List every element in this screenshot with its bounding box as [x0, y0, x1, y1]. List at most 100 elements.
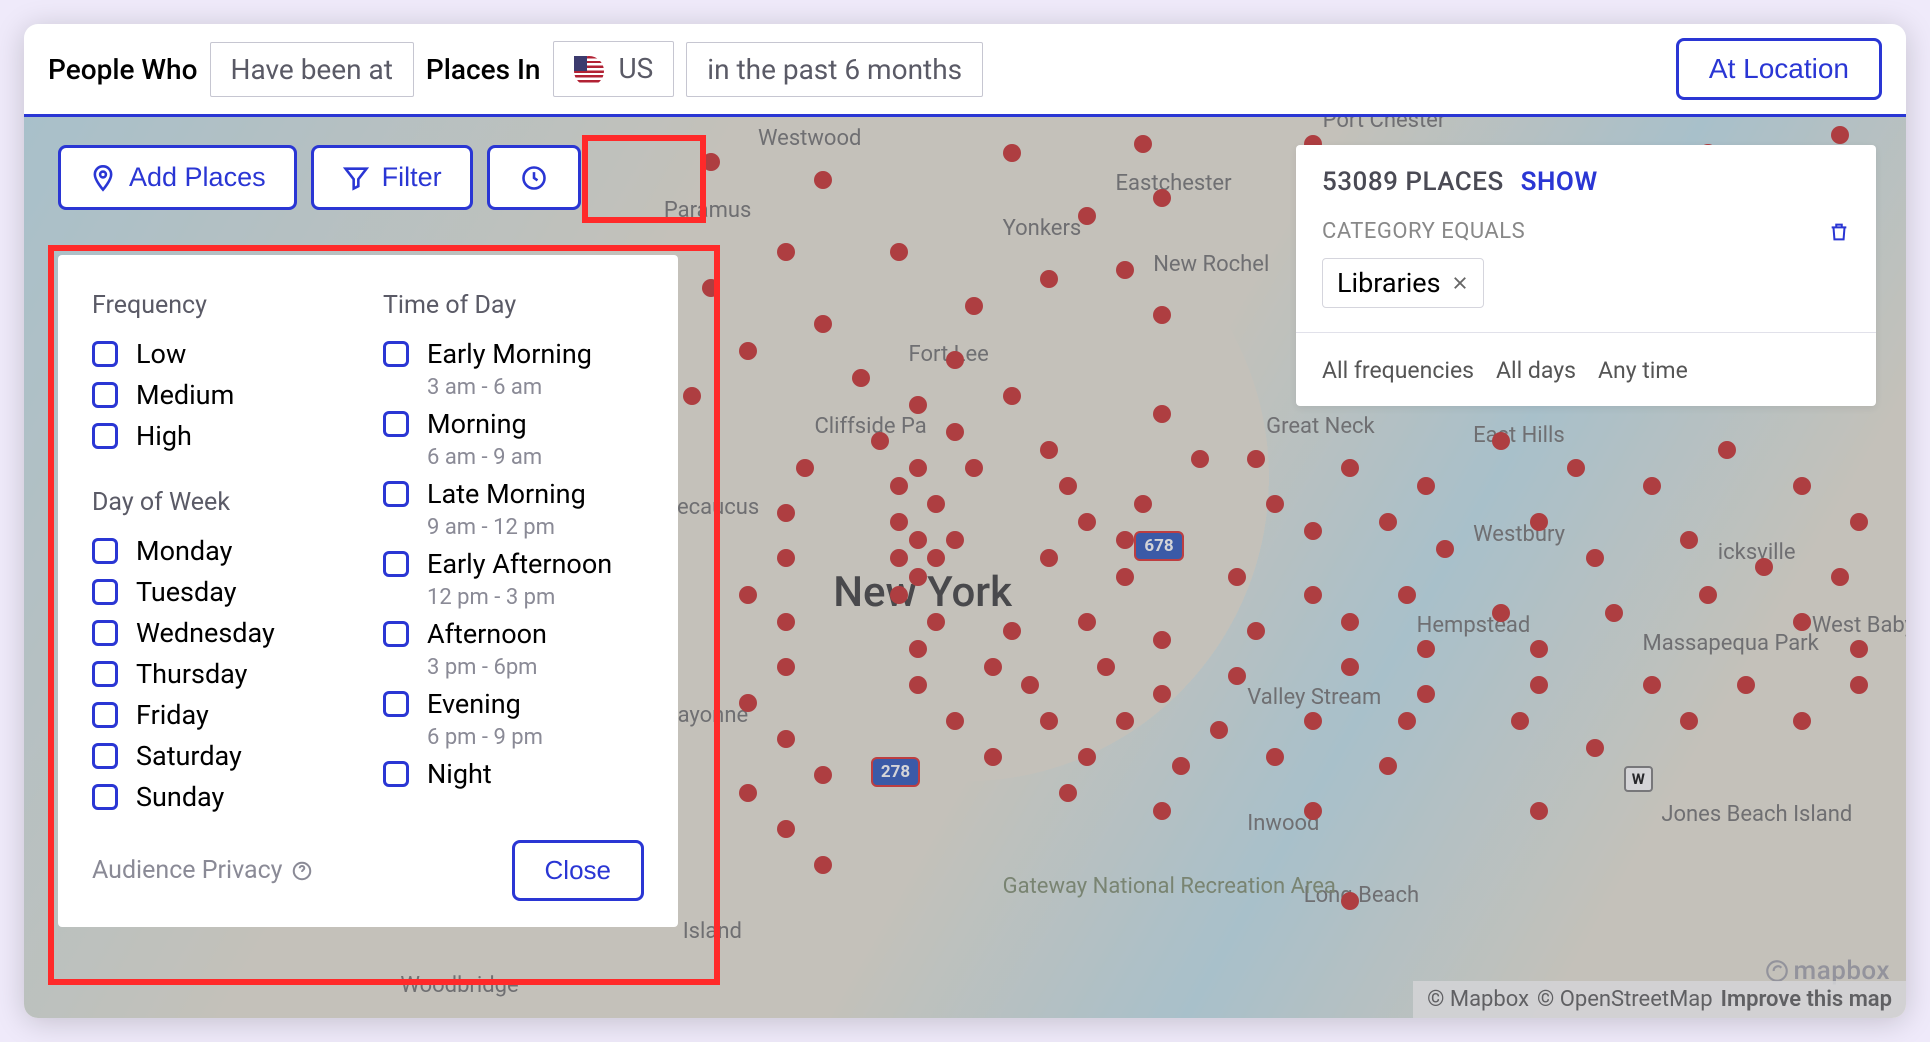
close-icon[interactable]: [1451, 274, 1469, 292]
checkbox[interactable]: [383, 411, 409, 437]
checkbox[interactable]: [92, 382, 118, 408]
add-places-label: Add Places: [129, 162, 266, 193]
checkbox[interactable]: [92, 579, 118, 605]
checkbox[interactable]: [383, 481, 409, 507]
filter-frequencies[interactable]: All frequencies: [1322, 357, 1474, 384]
map-label-hempstead: Hempstead: [1417, 613, 1531, 638]
places-in-label: Places In: [426, 53, 541, 86]
tod-sub: 3 pm - 6pm: [427, 655, 644, 680]
tod-title: Time of Day: [383, 291, 644, 320]
route-shield-278: 278: [871, 757, 920, 787]
map-label-portchester: Port Chester: [1323, 117, 1446, 133]
day-wednesday[interactable]: Wednesday: [92, 617, 353, 649]
map-label-island: Island: [683, 919, 742, 944]
day-monday[interactable]: Monday: [92, 535, 353, 567]
freq-high[interactable]: High: [92, 420, 353, 452]
country-dropdown[interactable]: US: [553, 41, 675, 97]
tod-evening[interactable]: Evening: [383, 688, 644, 720]
tod-night[interactable]: Night: [383, 758, 644, 790]
freq-low[interactable]: Low: [92, 338, 353, 370]
map-label-cliffside: Cliffside Pa: [814, 414, 926, 439]
map-label-eastchester: Eastchester: [1116, 171, 1232, 196]
map-label-yonkers: Yonkers: [1003, 216, 1082, 241]
tod-sub: 3 am - 6 am: [427, 375, 644, 400]
audience-privacy-link[interactable]: Audience Privacy: [92, 856, 313, 885]
divider: [1296, 332, 1876, 333]
tod-early-morning[interactable]: Early Morning: [383, 338, 644, 370]
frequency-column: Frequency Low Medium High Day of Week Mo…: [92, 291, 353, 822]
attr-mapbox[interactable]: © Mapbox: [1427, 987, 1529, 1012]
filter-label: Filter: [382, 162, 442, 193]
add-places-button[interactable]: Add Places: [58, 145, 297, 210]
map-label-woodbridge: Woodbridge: [400, 973, 518, 998]
tod-sub: 9 am - 12 pm: [427, 515, 644, 540]
filter-time[interactable]: Any time: [1598, 357, 1688, 384]
filter-button[interactable]: Filter: [311, 145, 473, 210]
tod-morning[interactable]: Morning: [383, 408, 644, 440]
map-label-secaucus: Secaucus: [664, 495, 759, 520]
map-label-westbabyl: West Babyl: [1812, 613, 1906, 638]
map-label-valleystream: Valley Stream: [1247, 685, 1381, 710]
checkbox[interactable]: [92, 423, 118, 449]
attr-improve[interactable]: Improve this map: [1721, 987, 1892, 1012]
map-label-gateway: Gateway National Recreation Area: [1003, 874, 1336, 899]
time-filter-popup: Frequency Low Medium High Day of Week Mo…: [58, 255, 678, 927]
checkbox[interactable]: [92, 538, 118, 564]
at-location-button[interactable]: At Location: [1676, 38, 1882, 100]
clock-icon: [520, 164, 548, 192]
map-label-westwood: Westwood: [758, 126, 861, 151]
people-who-label: People Who: [48, 53, 198, 86]
checkbox[interactable]: [92, 620, 118, 646]
attr-osm[interactable]: © OpenStreetMap: [1537, 987, 1713, 1012]
checkbox[interactable]: [92, 743, 118, 769]
checkbox[interactable]: [92, 661, 118, 687]
tod-sub: 6 pm - 9 pm: [427, 725, 644, 750]
tod-early-afternoon[interactable]: Early Afternoon: [383, 548, 644, 580]
day-thursday[interactable]: Thursday: [92, 658, 353, 690]
app-window: People Who Have been at Places In US in …: [24, 24, 1906, 1018]
category-chip-libraries[interactable]: Libraries: [1322, 258, 1484, 308]
map-label-longbeach: Long Beach: [1304, 883, 1419, 908]
tod-afternoon[interactable]: Afternoon: [383, 618, 644, 650]
show-link[interactable]: SHOW: [1521, 167, 1598, 197]
map-label-jonesbeach: Jones Beach Island: [1661, 802, 1852, 827]
timeframe-dropdown[interactable]: in the past 6 months: [686, 42, 983, 97]
verb-dropdown[interactable]: Have been at: [210, 42, 414, 97]
query-header: People Who Have been at Places In US in …: [24, 24, 1906, 117]
map-badge-w: W: [1624, 766, 1653, 792]
checkbox[interactable]: [383, 691, 409, 717]
filter-days[interactable]: All days: [1496, 357, 1576, 384]
day-title: Day of Week: [92, 488, 353, 517]
map-toolbar: Add Places Filter: [58, 145, 581, 210]
checkbox[interactable]: [383, 621, 409, 647]
active-filters: All frequencies All days Any time: [1322, 357, 1850, 384]
tod-sub: 6 am - 9 am: [427, 445, 644, 470]
checkbox[interactable]: [92, 341, 118, 367]
trash-icon[interactable]: [1828, 221, 1850, 243]
map-label-easthills: East Hills: [1473, 423, 1565, 448]
day-sunday[interactable]: Sunday: [92, 781, 353, 813]
day-saturday[interactable]: Saturday: [92, 740, 353, 772]
us-flag-icon: [574, 56, 604, 86]
day-friday[interactable]: Friday: [92, 699, 353, 731]
map-label-newroch: New Rochel: [1153, 252, 1269, 277]
category-equals-label: CATEGORY EQUALS: [1322, 219, 1525, 244]
freq-medium[interactable]: Medium: [92, 379, 353, 411]
checkbox[interactable]: [92, 784, 118, 810]
tod-sub: 12 pm - 3 pm: [427, 585, 644, 610]
time-of-day-column: Time of Day Early Morning 3 am - 6 am Mo…: [383, 291, 644, 822]
time-button[interactable]: [487, 145, 581, 210]
checkbox[interactable]: [383, 551, 409, 577]
checkbox[interactable]: [92, 702, 118, 728]
close-button[interactable]: Close: [512, 840, 644, 901]
checkbox[interactable]: [383, 761, 409, 787]
funnel-icon: [342, 164, 370, 192]
checkbox[interactable]: [383, 341, 409, 367]
tod-late-morning[interactable]: Late Morning: [383, 478, 644, 510]
country-label: US: [618, 52, 653, 85]
places-count: 53089 PLACES: [1322, 167, 1504, 197]
map-container: New York Yonkers Westwood Paramus New Ro…: [24, 117, 1906, 1018]
map-label-massapequa: Massapequa Park: [1643, 631, 1819, 656]
day-tuesday[interactable]: Tuesday: [92, 576, 353, 608]
map-label-westbury: Westbury: [1473, 522, 1565, 547]
